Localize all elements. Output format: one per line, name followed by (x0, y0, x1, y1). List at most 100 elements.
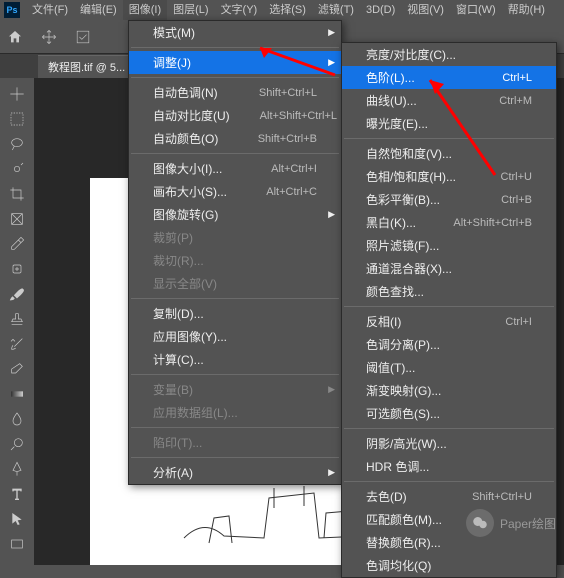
menu-item[interactable]: 应用图像(Y)... (129, 325, 341, 348)
menubar-item[interactable]: 滤镜(T) (312, 0, 360, 20)
menu-shortcut: Ctrl+U (501, 171, 532, 183)
menu-item-label: 阴影/高光(W)... (366, 435, 447, 452)
menu-item-label: HDR 色调... (366, 458, 429, 475)
gradient-tool[interactable] (4, 382, 30, 406)
menubar-item[interactable]: 文字(Y) (215, 0, 264, 20)
path-select-tool[interactable] (4, 507, 30, 531)
menu-item-label: 图像旋转(G) (153, 206, 218, 223)
home-icon[interactable] (4, 26, 26, 48)
menu-item-label: 照片滤镜(F)... (366, 237, 439, 254)
quick-select-tool[interactable] (4, 157, 30, 181)
menu-item[interactable]: 自动颜色(O)Shift+Ctrl+B (129, 127, 341, 150)
eyedropper-tool[interactable] (4, 232, 30, 256)
menu-item-label: 分析(A) (153, 464, 193, 481)
menu-item[interactable]: 可选颜色(S)... (342, 402, 556, 425)
menu-item-label: 亮度/对比度(C)... (366, 46, 456, 63)
menu-item[interactable]: 计算(C)... (129, 348, 341, 371)
menu-item[interactable]: 色相/饱和度(H)...Ctrl+U (342, 165, 556, 188)
menu-item-label: 色彩平衡(B)... (366, 191, 440, 208)
menu-item-label: 去色(D) (366, 488, 407, 505)
brush-tool[interactable] (4, 282, 30, 306)
menu-shortcut: Ctrl+M (499, 95, 532, 107)
menu-item[interactable]: 自动对比度(U)Alt+Shift+Ctrl+L (129, 104, 341, 127)
rectangle-tool[interactable] (4, 532, 30, 556)
app-logo: Ps (4, 2, 20, 18)
menubar-item[interactable]: 视图(V) (401, 0, 450, 20)
menu-item[interactable]: 照片滤镜(F)... (342, 234, 556, 257)
history-brush-tool[interactable] (4, 332, 30, 356)
menu-item[interactable]: 去色(D) Shift+Ctrl+U (342, 485, 556, 508)
menu-item-label: 显示全部(V) (153, 275, 217, 292)
menu-item: 显示全部(V) (129, 272, 341, 295)
menu-item[interactable]: 阴影/高光(W)... (342, 432, 556, 455)
menu-item[interactable]: 自动色调(N)Shift+Ctrl+L (129, 81, 341, 104)
menubar-item[interactable]: 文件(F) (26, 0, 74, 20)
submenu-arrow-icon: ▶ (328, 467, 335, 478)
menu-item[interactable]: 色彩平衡(B)... Ctrl+B (342, 188, 556, 211)
image-menu: 模式(M)▶调整(J)▶自动色调(N)Shift+Ctrl+L自动对比度(U)A… (128, 20, 342, 485)
menu-item[interactable]: 色调分离(P)... (342, 333, 556, 356)
menu-item-label: 计算(C)... (153, 351, 204, 368)
dodge-tool[interactable] (4, 432, 30, 456)
checkbox-icon[interactable] (72, 26, 94, 48)
marquee-tool[interactable] (4, 107, 30, 131)
menu-item-label: 应用图像(Y)... (153, 328, 227, 345)
menu-item-label: 自动颜色(O) (153, 130, 218, 147)
menu-item[interactable]: 颜色查找... (342, 280, 556, 303)
menu-item-label: 自然饱和度(V)... (366, 145, 452, 162)
stamp-tool[interactable] (4, 307, 30, 331)
menu-item-label: 模式(M) (153, 24, 195, 41)
menu-item[interactable]: 曝光度(E)... (342, 112, 556, 135)
lasso-tool[interactable] (4, 132, 30, 156)
menu-item-label: 调整(J) (153, 54, 191, 71)
document-tab[interactable]: 教程图.tif @ 5... (38, 55, 135, 78)
menu-item[interactable]: 反相(I)Ctrl+I (342, 310, 556, 333)
move-tool[interactable] (4, 82, 30, 106)
blur-tool[interactable] (4, 407, 30, 431)
menu-item[interactable]: 调整(J)▶ (129, 51, 341, 74)
menu-shortcut: Shift+Ctrl+U (472, 491, 532, 503)
eraser-tool[interactable] (4, 357, 30, 381)
menubar-item[interactable]: 选择(S) (263, 0, 312, 20)
menu-item-label: 色调均化(Q) (366, 557, 431, 574)
menu-item[interactable]: 渐变映射(G)... (342, 379, 556, 402)
healing-tool[interactable] (4, 257, 30, 281)
menu-item-label: 画布大小(S)... (153, 183, 227, 200)
menu-item[interactable]: 图像大小(I)...Alt+Ctrl+I (129, 157, 341, 180)
menu-item[interactable]: 黑白(K)...Alt+Shift+Ctrl+B (342, 211, 556, 234)
menubar-item[interactable]: 3D(D) (360, 0, 401, 20)
menu-item[interactable]: 分析(A) ▶ (129, 461, 341, 484)
move-icon[interactable] (38, 26, 60, 48)
menubar-item[interactable]: 帮助(H) (502, 0, 551, 20)
crop-tool[interactable] (4, 182, 30, 206)
frame-tool[interactable] (4, 207, 30, 231)
menu-item[interactable]: 模式(M)▶ (129, 21, 341, 44)
menu-item[interactable]: 图像旋转(G)▶ (129, 203, 341, 226)
menubar-item[interactable]: 窗口(W) (450, 0, 502, 20)
menu-item[interactable]: 曲线(U)...Ctrl+M (342, 89, 556, 112)
menu-item[interactable]: HDR 色调... (342, 455, 556, 478)
menu-item[interactable]: 亮度/对比度(C)... (342, 43, 556, 66)
menu-item[interactable]: 自然饱和度(V)... (342, 142, 556, 165)
menu-item[interactable]: 阈值(T)... (342, 356, 556, 379)
type-tool[interactable] (4, 482, 30, 506)
menu-separator (131, 374, 339, 375)
menu-item-label: 匹配颜色(M)... (366, 511, 442, 528)
submenu-arrow-icon: ▶ (328, 384, 335, 395)
menu-shortcut: Ctrl+B (501, 194, 532, 206)
menu-item[interactable]: 复制(D)... (129, 302, 341, 325)
menu-shortcut: Shift+Ctrl+L (259, 87, 317, 99)
pen-tool[interactable] (4, 457, 30, 481)
menu-item[interactable]: 通道混合器(X)... (342, 257, 556, 280)
menubar-item[interactable]: 图像(I) (123, 0, 167, 20)
menu-item-label: 阈值(T)... (366, 359, 415, 376)
menubar-item[interactable]: 编辑(E) (74, 0, 123, 20)
menu-item-label: 自动对比度(U) (153, 107, 230, 124)
menu-item[interactable]: 画布大小(S)...Alt+Ctrl+C (129, 180, 341, 203)
menubar: Ps 文件(F)编辑(E)图像(I)图层(L)文字(Y)选择(S)滤镜(T)3D… (0, 0, 564, 20)
menubar-item[interactable]: 图层(L) (167, 0, 214, 20)
menu-item: 变量(B)▶ (129, 378, 341, 401)
menu-item[interactable]: 色阶(L)...Ctrl+L (342, 66, 556, 89)
menu-separator (344, 138, 554, 139)
menu-item[interactable]: 色调均化(Q) (342, 554, 556, 577)
